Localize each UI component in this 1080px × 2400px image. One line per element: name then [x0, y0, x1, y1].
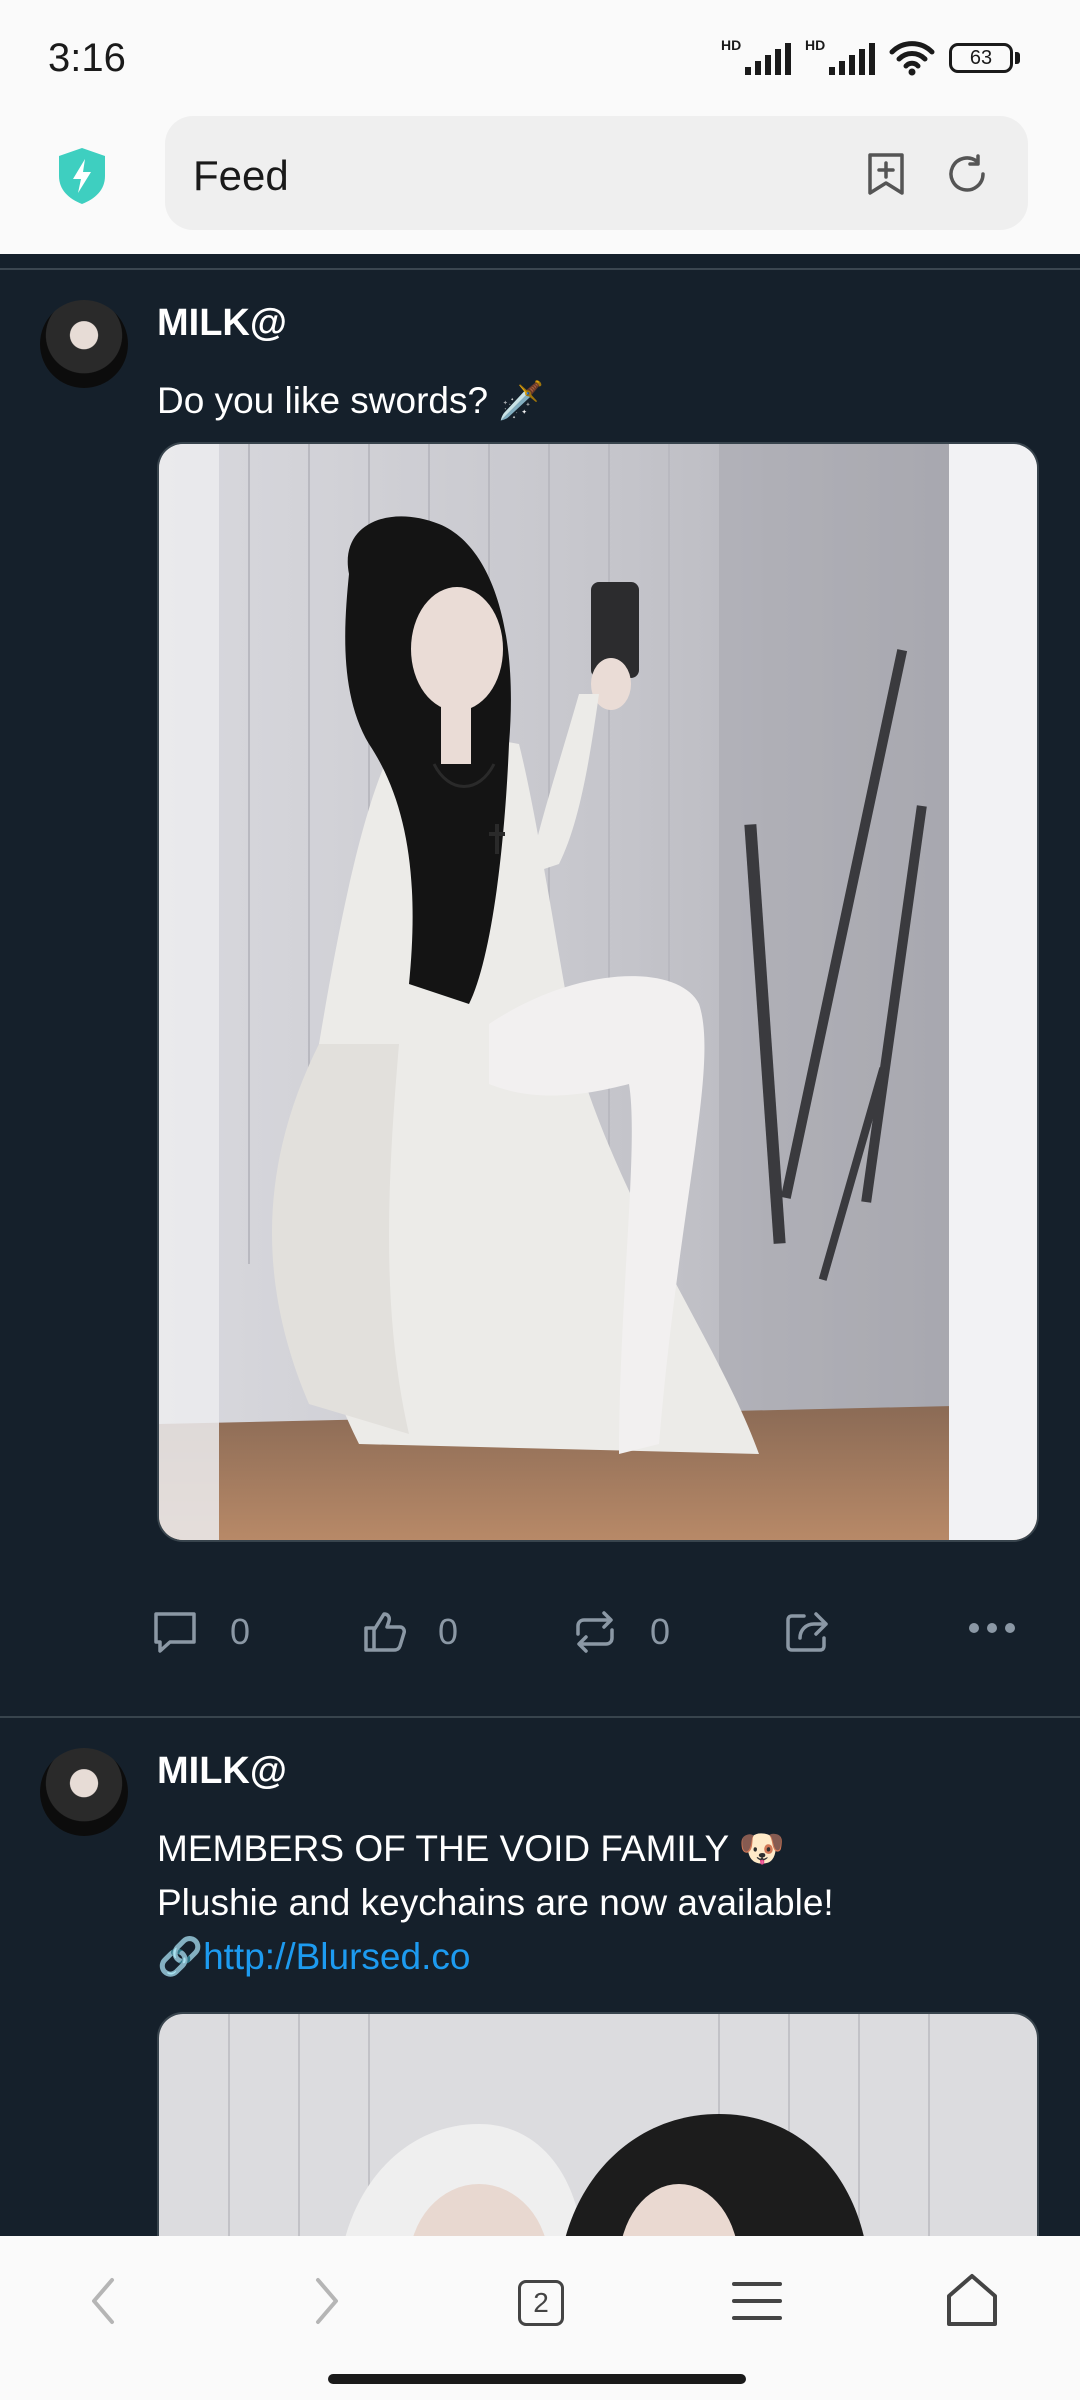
- tabs-button[interactable]: 2: [503, 2266, 573, 2336]
- like-button[interactable]: 0: [360, 1608, 458, 1656]
- status-time: 3:16: [48, 36, 126, 80]
- status-bar: 3:16 HD HD 63: [0, 0, 1080, 110]
- share-button[interactable]: [782, 1608, 832, 1656]
- repost-count: 0: [650, 1611, 671, 1652]
- chevron-right-icon[interactable]: [290, 2266, 360, 2336]
- signal-hd-label: HD: [721, 37, 742, 53]
- repost-button[interactable]: 0: [570, 1608, 670, 1656]
- post-image[interactable]: [157, 442, 1039, 1542]
- post-text: Do you like swords? 🗡️: [157, 374, 544, 428]
- feed[interactable]: MILK@ Do you like swords? 🗡️ 0 0 0 MILK@…: [0, 254, 1080, 2236]
- comment-button[interactable]: 0: [150, 1608, 250, 1656]
- post-text-line: MEMBERS OF THE VOID FAMILY 🐶: [157, 1828, 785, 1869]
- post-image[interactable]: [157, 2012, 1039, 2236]
- add-bookmark-icon[interactable]: [864, 151, 908, 197]
- avatar[interactable]: [40, 300, 128, 388]
- thumbs-up-icon: [364, 1612, 406, 1652]
- share-icon: [786, 1612, 828, 1652]
- battery-level: 63: [949, 43, 1013, 73]
- more-icon: [969, 1623, 1015, 1633]
- shield-bolt-icon[interactable]: [56, 146, 108, 206]
- link-icon: 🔗: [157, 1936, 204, 1977]
- post-text-line: Do you like swords? 🗡️: [157, 380, 545, 421]
- photo-two-people: [159, 2014, 1037, 2236]
- post-text: MEMBERS OF THE VOID FAMILY 🐶 Plushie and…: [157, 1822, 834, 1984]
- chevron-left-icon[interactable]: [70, 2266, 140, 2336]
- address-text[interactable]: Feed: [193, 152, 289, 200]
- home-indicator[interactable]: [328, 2374, 746, 2384]
- address-bar[interactable]: Feed: [165, 116, 1028, 230]
- cellular-signal-icon: HD: [721, 37, 791, 75]
- post[interactable]: MILK@ Do you like swords? 🗡️ 0 0 0: [0, 270, 1080, 1970]
- post-link[interactable]: http://Blursed.co: [203, 1936, 470, 1977]
- browser-toolbar: Feed: [0, 110, 1080, 254]
- photo-mirror-selfie: [159, 444, 1037, 1540]
- home-icon[interactable]: [937, 2266, 1007, 2336]
- post-actions: 0 0 0: [150, 1608, 1050, 1668]
- post-text-line: Plushie and keychains are now available!: [157, 1882, 834, 1923]
- wifi-icon: [889, 41, 935, 76]
- menu-icon[interactable]: [722, 2266, 792, 2336]
- comment-count: 0: [230, 1611, 251, 1652]
- tab-count: 2: [518, 2280, 564, 2326]
- like-count: 0: [438, 1611, 459, 1652]
- more-button[interactable]: [966, 1618, 1018, 1638]
- battery-icon: 63: [949, 43, 1020, 73]
- reload-icon[interactable]: [944, 151, 990, 197]
- comment-icon: [154, 1612, 196, 1653]
- cellular-signal-icon-2: HD: [805, 37, 875, 75]
- avatar[interactable]: [40, 1748, 128, 1836]
- post-divider: [0, 1716, 1080, 1718]
- repost-icon: [576, 1611, 614, 1653]
- post-author[interactable]: MILK@: [157, 1750, 287, 1793]
- bottom-navigation: 2: [0, 2236, 1080, 2400]
- post-link-line: 🔗http://Blursed.co: [157, 1930, 834, 1984]
- signal-hd-label-2: HD: [805, 37, 826, 53]
- status-icons: HD HD 63: [721, 37, 1020, 76]
- post-author[interactable]: MILK@: [157, 302, 287, 345]
